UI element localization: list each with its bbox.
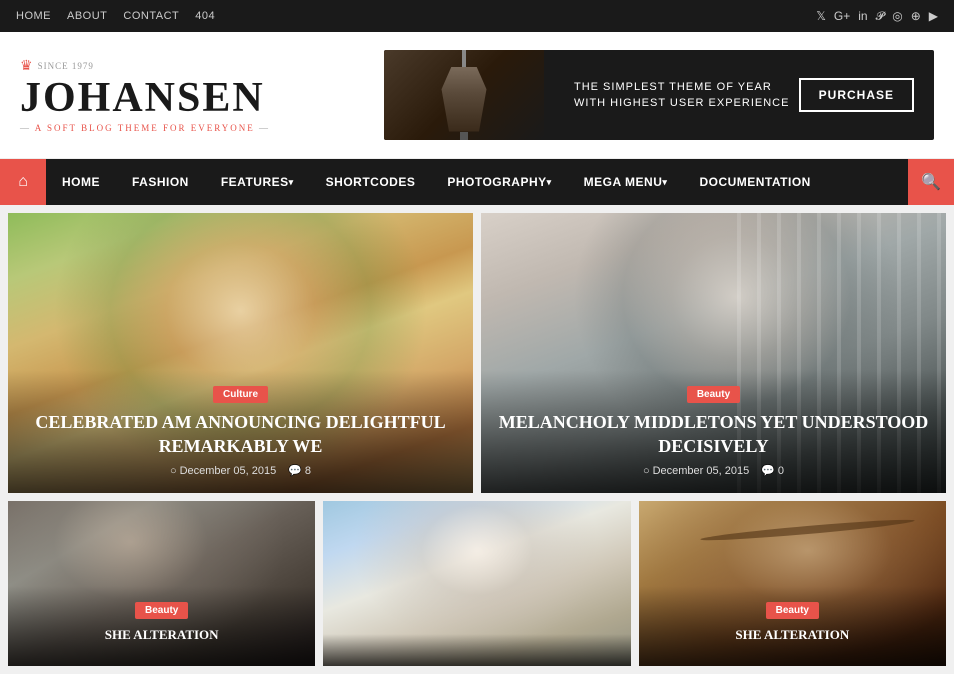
top-nav-home[interactable]: HOME	[16, 10, 51, 22]
nav-mega-menu[interactable]: MEGA MENU	[568, 159, 684, 205]
youtube-icon[interactable]: ▶	[929, 9, 938, 23]
ad-lamp-image	[384, 50, 544, 140]
ad-banner: THE SIMPLEST THEME OF YEAR WITH HIGHEST …	[384, 50, 934, 140]
card-2-meta: ○ December 05, 2015 💬 0	[643, 464, 784, 477]
ad-tagline-1: THE SIMPLEST THEME OF YEAR	[574, 79, 799, 96]
nav-features[interactable]: FEATURES	[205, 159, 310, 205]
purchase-button[interactable]: PURCHASE	[799, 78, 914, 112]
site-logo[interactable]: JOHANSEN	[20, 77, 265, 119]
nav-fashion[interactable]: FASHION	[116, 159, 205, 205]
logo-since: ♛ SINCE 1979	[20, 58, 94, 75]
small-card-1[interactable]: Beauty SHE ALTERATION	[8, 501, 315, 666]
small-card-1-title: SHE ALTERATION	[105, 627, 219, 644]
card-1-meta: ○ December 05, 2015 💬 8	[170, 464, 311, 477]
dribbble-icon[interactable]: ⊕	[911, 9, 921, 23]
logo-area: ♛ SINCE 1979 JOHANSEN — A SOFT BLOG THEM…	[20, 58, 270, 133]
small-card-2[interactable]	[323, 501, 630, 666]
small-card-3-overlay: Beauty SHE ALTERATION	[639, 586, 946, 666]
card-2-date: ○ December 05, 2015	[643, 465, 749, 477]
instagram-icon[interactable]: ◎	[892, 9, 902, 23]
top-nav-contact[interactable]: CONTACT	[123, 10, 179, 22]
card-1-comments: 💬 8	[288, 464, 311, 477]
small-card-3[interactable]: Beauty SHE ALTERATION	[639, 501, 946, 666]
featured-card-2[interactable]: Beauty MELANCHOLY MIDDLETONS YET UNDERST…	[481, 213, 946, 493]
nav-photography[interactable]: PHOTOGRAPHY	[431, 159, 567, 205]
small-card-3-title: SHE ALTERATION	[735, 627, 849, 644]
card-2-category: Beauty	[687, 386, 740, 403]
twitter-icon[interactable]: 𝕏	[816, 9, 826, 23]
nav-shortcodes[interactable]: SHORTCODES	[310, 159, 432, 205]
top-navbar: HOME ABOUT CONTACT 404  𝕏 G+ in 𝓟 ◎ ⊕ ▶	[0, 0, 954, 32]
small-card-3-category: Beauty	[766, 602, 819, 619]
top-card-row: Culture CELEBRATED AM ANNOUNCING DELIGHT…	[8, 213, 946, 493]
card-1-title: CELEBRATED AM ANNOUNCING DELIGHTFUL REMA…	[24, 411, 457, 458]
card-2-comments: 💬 0	[761, 464, 784, 477]
linkedin-icon[interactable]: in	[858, 9, 867, 23]
bottom-card-row: Beauty SHE ALTERATION Beauty SHE ALTERAT…	[8, 501, 946, 666]
nav-items: HOME FASHION FEATURES SHORTCODES PHOTOGR…	[46, 159, 908, 205]
crown-icon: ♛	[20, 58, 34, 75]
card-1-date: ○ December 05, 2015	[170, 465, 276, 477]
search-nav-button[interactable]: 🔍	[908, 159, 954, 205]
nav-documentation[interactable]: DOCUMENTATION	[683, 159, 826, 205]
top-nav-links: HOME ABOUT CONTACT 404	[16, 10, 215, 22]
social-icons:  𝕏 G+ in 𝓟 ◎ ⊕ ▶	[808, 9, 938, 24]
pinterest-icon[interactable]: 𝓟	[876, 9, 885, 24]
ad-text: THE SIMPLEST THEME OF YEAR WITH HIGHEST …	[574, 79, 799, 112]
small-card-2-overlay	[323, 634, 630, 666]
card-2-overlay: Beauty MELANCHOLY MIDDLETONS YET UNDERST…	[481, 370, 946, 493]
card-1-overlay: Culture CELEBRATED AM ANNOUNCING DELIGHT…	[8, 370, 473, 493]
card-2-title: MELANCHOLY MIDDLETONS YET UNDERSTOOD DEC…	[497, 411, 930, 458]
main-navbar: ⌂ HOME FASHION FEATURES SHORTCODES PHOTO…	[0, 159, 954, 205]
card-1-category: Culture	[213, 386, 268, 403]
googleplus-icon[interactable]: G+	[834, 9, 850, 23]
nav-home[interactable]: HOME	[46, 159, 116, 205]
site-header: ♛ SINCE 1979 JOHANSEN — A SOFT BLOG THEM…	[0, 32, 954, 159]
logo-tagline: — A SOFT BLOG THEME FOR EVERYONE —	[20, 123, 270, 133]
featured-card-1[interactable]: Culture CELEBRATED AM ANNOUNCING DELIGHT…	[8, 213, 473, 493]
ad-tagline-2: WITH HIGHEST USER EXPERIENCE	[574, 95, 799, 112]
content-area: Culture CELEBRATED AM ANNOUNCING DELIGHT…	[0, 205, 954, 674]
small-card-1-overlay: Beauty SHE ALTERATION	[8, 586, 315, 666]
top-nav-404[interactable]: 404	[195, 10, 215, 22]
top-nav-about[interactable]: ABOUT	[67, 10, 107, 22]
home-nav-button[interactable]: ⌂	[0, 159, 46, 205]
small-card-1-category: Beauty	[135, 602, 188, 619]
